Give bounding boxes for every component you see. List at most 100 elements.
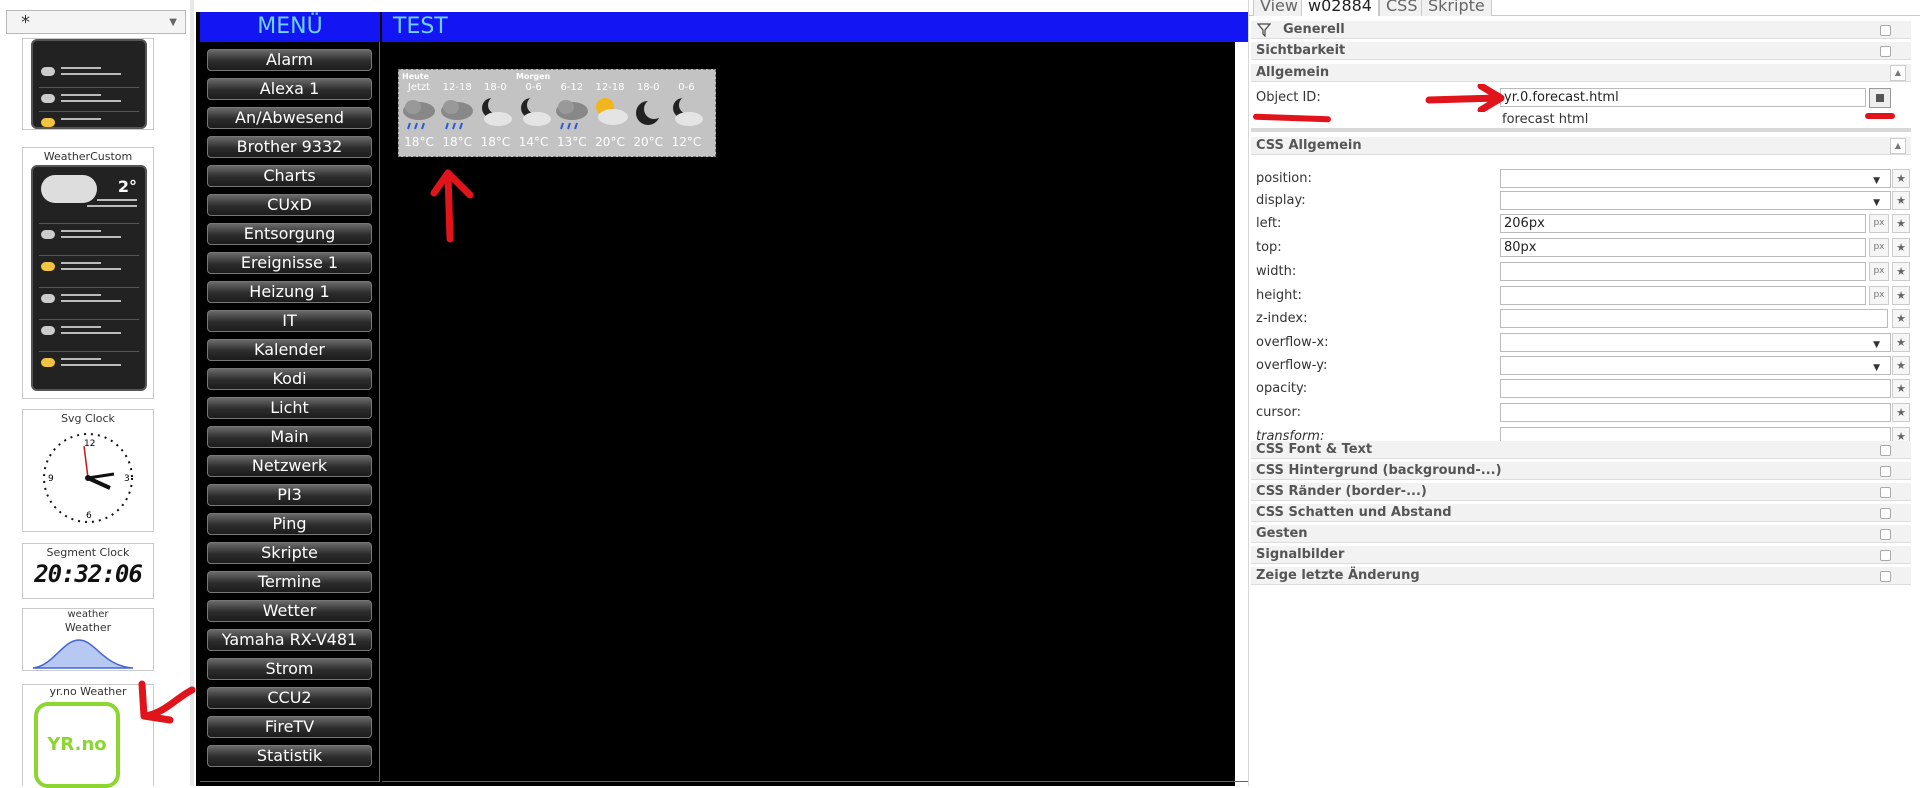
palette-scrollbar[interactable]: [190, 0, 194, 786]
weather-list-preview: [31, 39, 147, 129]
tab-widget[interactable]: w02884: [1301, 0, 1379, 16]
prop-input[interactable]: [1500, 379, 1891, 398]
rain-cloud-icon: [400, 95, 438, 135]
svg-text:9: 9: [48, 474, 54, 484]
menu-button[interactable]: Charts: [207, 165, 372, 187]
star-icon[interactable]: ★: [1892, 333, 1910, 352]
palette-widget-weather[interactable]: weather Weather: [22, 608, 154, 671]
forecast-time: 6-12: [560, 82, 584, 93]
menu-button[interactable]: Termine: [207, 571, 372, 593]
prop-label: opacity:: [1256, 381, 1308, 396]
prop-input[interactable]: [1500, 262, 1866, 281]
star-icon[interactable]: ★: [1892, 403, 1910, 422]
star-icon[interactable]: ★: [1892, 169, 1910, 188]
menu-button[interactable]: Ping: [207, 513, 372, 535]
prop-input[interactable]: ▼: [1500, 191, 1891, 210]
prop-input[interactable]: ▼: [1500, 356, 1891, 375]
menu-button[interactable]: Kodi: [207, 368, 372, 390]
prop-input[interactable]: [1500, 286, 1866, 305]
menu-button[interactable]: FireTV: [207, 716, 372, 738]
section-checkbox[interactable]: [1880, 46, 1891, 57]
menu-button[interactable]: Strom: [207, 658, 372, 680]
tab-skripte[interactable]: Skripte: [1421, 0, 1492, 16]
section-signalbilder[interactable]: Signalbilder: [1251, 546, 1911, 564]
star-icon[interactable]: ★: [1892, 214, 1910, 233]
star-icon[interactable]: ★: [1892, 238, 1910, 257]
unit-toggle[interactable]: px: [1869, 238, 1889, 257]
menu-button[interactable]: Netzwerk: [207, 455, 372, 477]
annotation-underline: [1252, 113, 1332, 123]
section-css-hintergrund[interactable]: CSS Hintergrund (background-...): [1251, 462, 1911, 480]
section-generell[interactable]: Generell: [1251, 21, 1911, 39]
section-allgemein[interactable]: Allgemein ▲: [1251, 64, 1911, 82]
section-css-font[interactable]: CSS Font & Text: [1251, 441, 1911, 459]
menu-button[interactable]: PI3: [207, 484, 372, 506]
prop-input[interactable]: ▼: [1500, 169, 1891, 188]
menu-button[interactable]: CUxD: [207, 194, 372, 216]
section-checkbox[interactable]: [1880, 487, 1891, 498]
prop-label: overflow-x:: [1256, 335, 1329, 350]
menu-button[interactable]: IT: [207, 310, 372, 332]
menu-button[interactable]: Yamaha RX-V481: [207, 629, 372, 651]
widget-set-select[interactable]: * ▼: [6, 10, 186, 34]
section-checkbox[interactable]: [1880, 25, 1891, 36]
list-icon: [1876, 94, 1884, 102]
section-css-raender[interactable]: CSS Ränder (border-...): [1251, 483, 1911, 501]
prop-input[interactable]: 80px: [1500, 238, 1866, 257]
section-gesten[interactable]: Gesten: [1251, 525, 1911, 543]
section-css-allgemein[interactable]: CSS Allgemein ▲: [1251, 137, 1911, 155]
section-sichtbarkeit[interactable]: Sichtbarkeit: [1251, 42, 1911, 60]
section-checkbox[interactable]: [1880, 529, 1891, 540]
palette-widget-yrno-weather[interactable]: yr.no Weather YR.no: [22, 684, 154, 788]
section-css-schatten[interactable]: CSS Schatten und Abstand: [1251, 504, 1911, 522]
menu-button[interactable]: Alarm: [207, 49, 372, 71]
menu-button[interactable]: Brother 9332: [207, 136, 372, 158]
palette-widget-weather-list[interactable]: [22, 38, 154, 130]
star-icon[interactable]: ★: [1892, 356, 1910, 375]
tab-view[interactable]: View: [1253, 0, 1305, 16]
collapse-up-icon[interactable]: ▲: [1890, 138, 1906, 154]
tab-css[interactable]: CSS: [1379, 0, 1425, 16]
svg-text:3: 3: [124, 474, 130, 484]
object-id-input[interactable]: yr.0.forecast.html: [1500, 88, 1866, 107]
menu-button[interactable]: An/Abwesend: [207, 107, 372, 129]
menu-button[interactable]: Kalender: [207, 339, 372, 361]
menu-button[interactable]: Skripte: [207, 542, 372, 564]
unit-toggle[interactable]: px: [1869, 286, 1889, 305]
star-icon[interactable]: ★: [1892, 309, 1910, 328]
menu-button[interactable]: Wetter: [207, 600, 372, 622]
unit-toggle[interactable]: px: [1869, 262, 1889, 281]
section-checkbox[interactable]: [1880, 550, 1891, 561]
palette-widget-segment-clock[interactable]: Segment Clock 20:32:06: [22, 543, 154, 599]
menu-button[interactable]: Heizung 1: [207, 281, 372, 303]
menu-button[interactable]: Entsorgung: [207, 223, 372, 245]
section-checkbox[interactable]: [1880, 466, 1891, 477]
unit-toggle[interactable]: px: [1869, 214, 1889, 233]
menu-button[interactable]: Alexa 1: [207, 78, 372, 100]
star-icon[interactable]: ★: [1892, 379, 1910, 398]
menu-button[interactable]: Main: [207, 426, 372, 448]
section-checkbox[interactable]: [1880, 445, 1891, 456]
star-icon[interactable]: ★: [1892, 191, 1910, 210]
palette-widget-svg-clock[interactable]: Svg Clock 12 3 6 9: [22, 409, 154, 532]
prop-input[interactable]: 206px: [1500, 214, 1866, 233]
yrno-forecast-widget[interactable]: Heute Morgen Jetzt 18°C 12-18 18°C 18-0 18°C 0…: [398, 69, 716, 157]
palette-widget-weathercustom[interactable]: WeatherCustom 2°: [22, 147, 154, 399]
menu-button[interactable]: Licht: [207, 397, 372, 419]
menu-button[interactable]: CCU2: [207, 687, 372, 709]
section-checkbox[interactable]: [1880, 571, 1891, 582]
prop-input[interactable]: ▼: [1500, 333, 1891, 352]
object-id-hint: forecast html: [1502, 112, 1589, 127]
menu-button[interactable]: Ereignisse 1: [207, 252, 372, 274]
section-letzte-aenderung[interactable]: Zeige letzte Änderung: [1251, 567, 1911, 585]
star-icon[interactable]: ★: [1892, 262, 1910, 281]
prop-input[interactable]: [1500, 403, 1891, 422]
section-checkbox[interactable]: [1880, 508, 1891, 519]
widget-title: Segment Clock: [46, 546, 130, 559]
object-id-browse-button[interactable]: [1869, 88, 1891, 108]
collapse-up-icon[interactable]: ▲: [1890, 65, 1906, 81]
star-icon[interactable]: ★: [1892, 286, 1910, 305]
menu-button[interactable]: Statistik: [207, 745, 372, 767]
forecast-time: 12-18: [442, 82, 472, 93]
prop-input[interactable]: [1500, 309, 1888, 328]
